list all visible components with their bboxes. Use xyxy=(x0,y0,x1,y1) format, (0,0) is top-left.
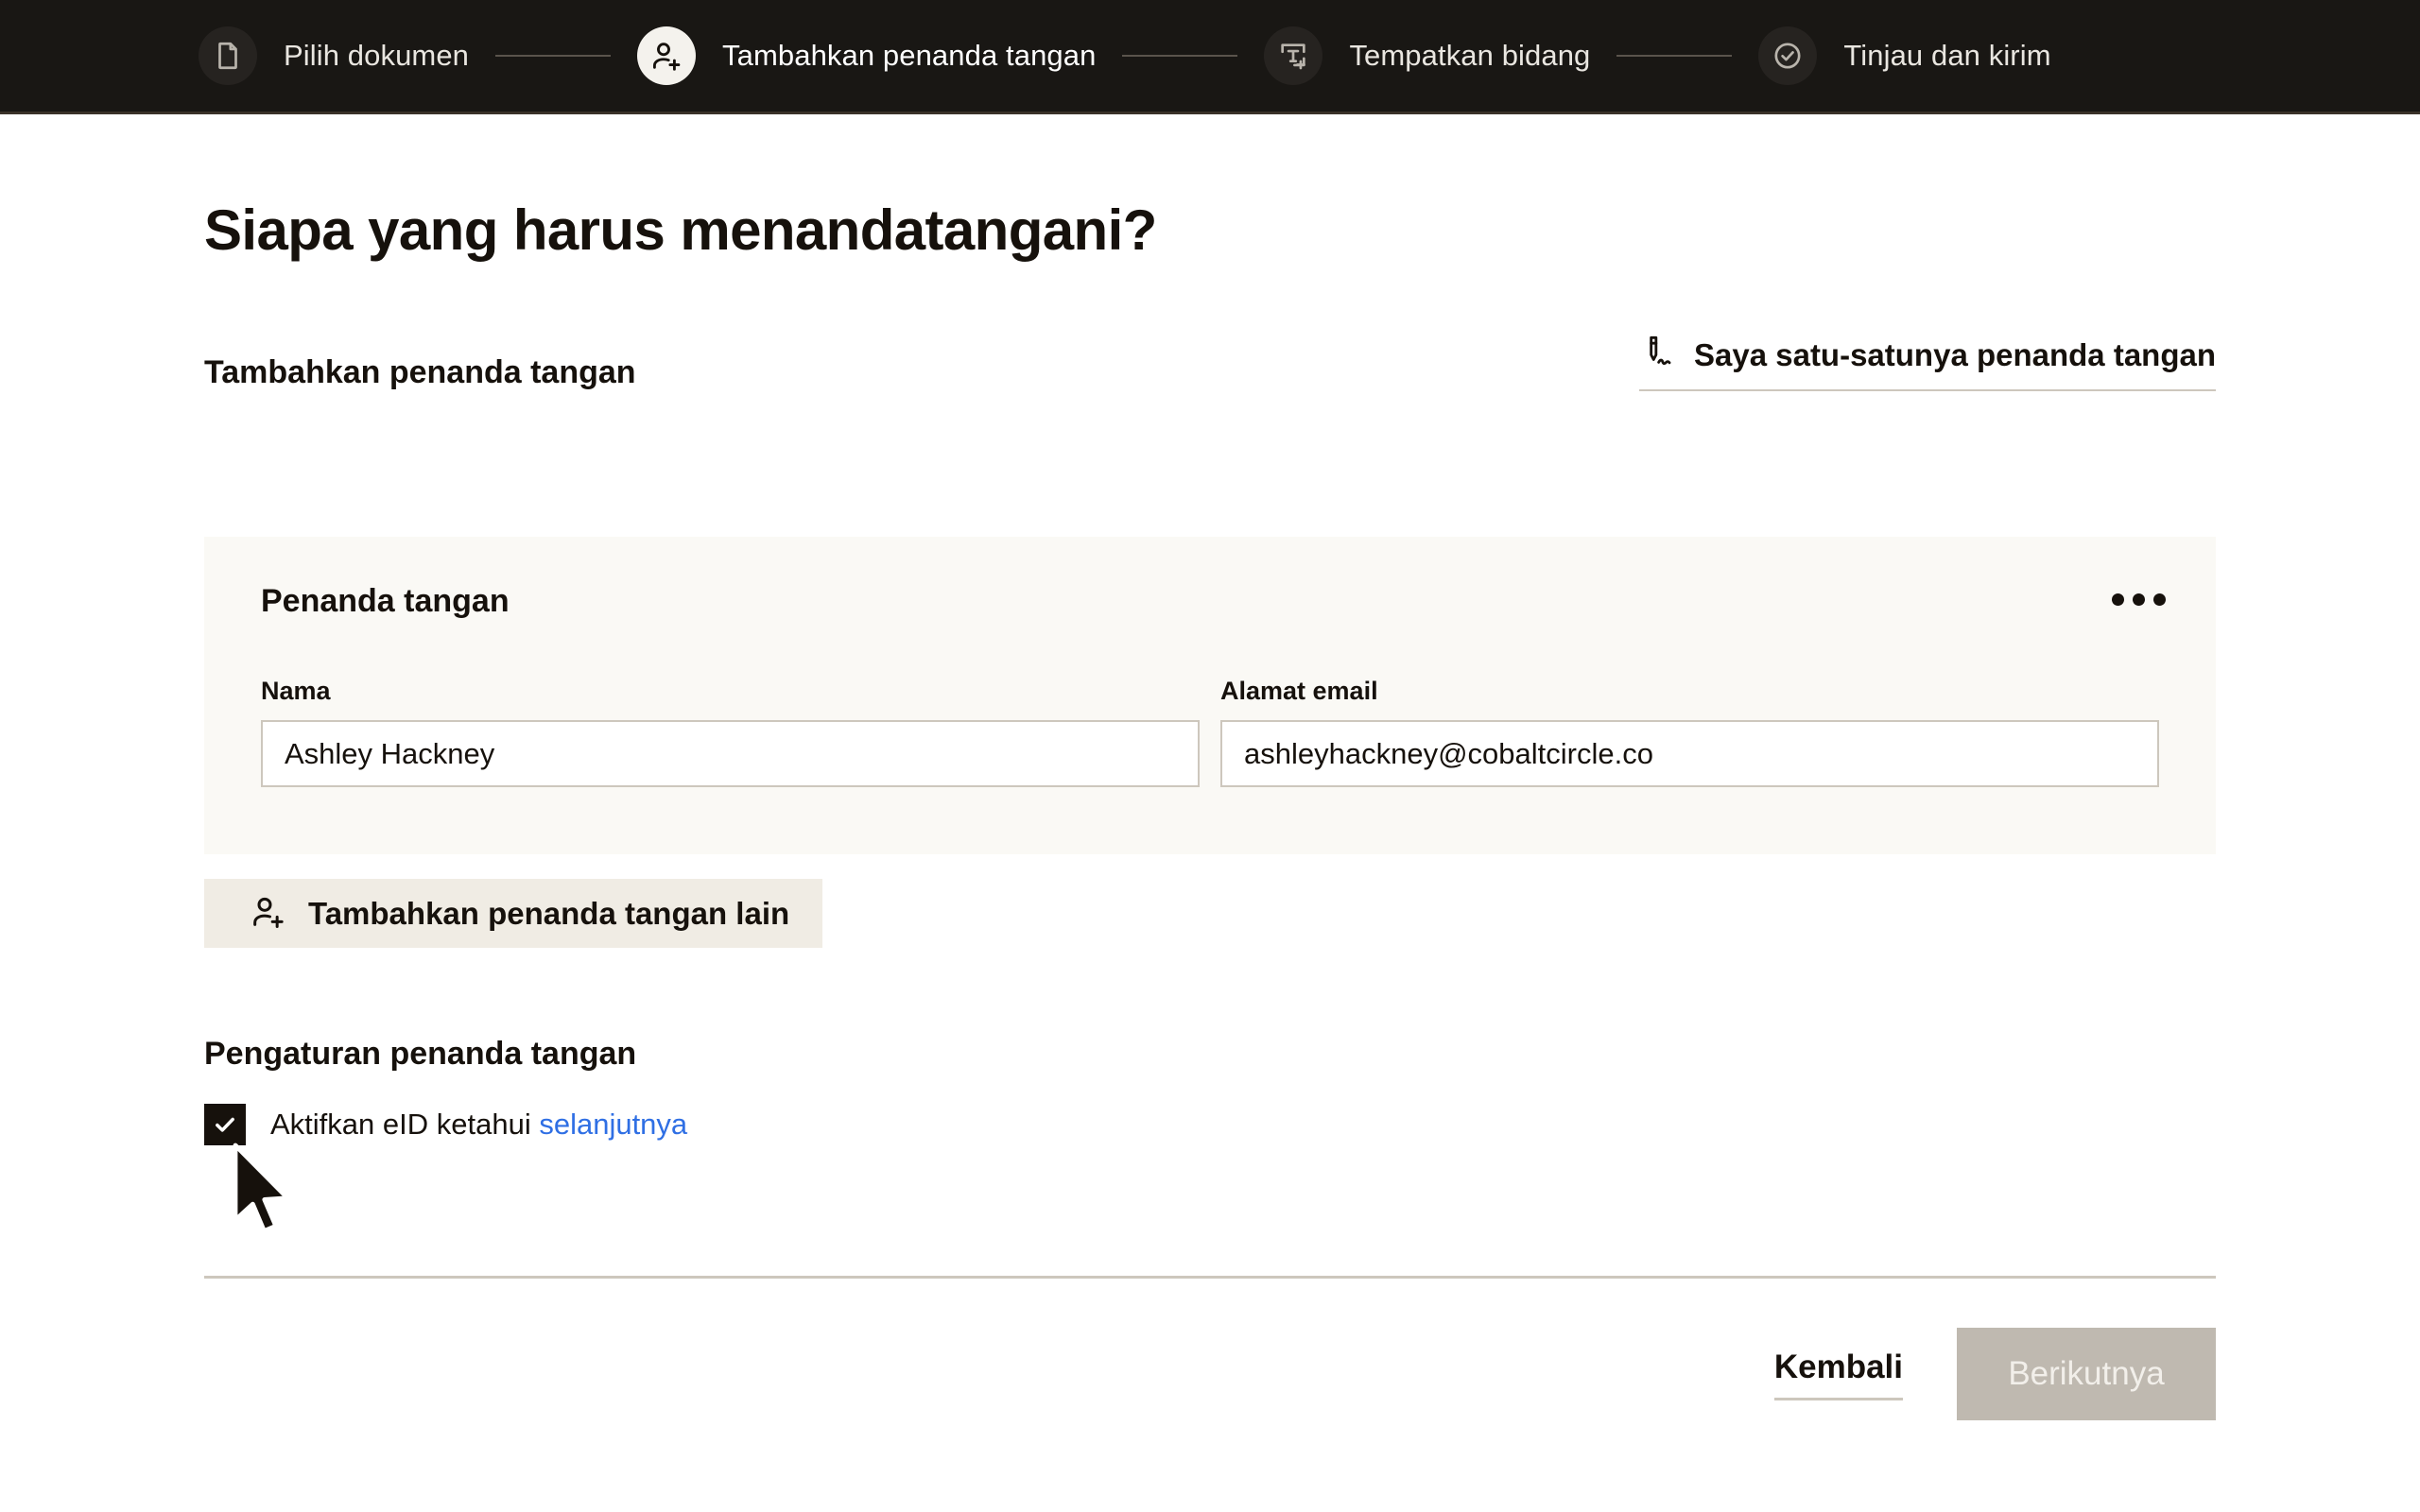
step-circle-1 xyxy=(199,26,257,85)
step-connector-2 xyxy=(1122,55,1238,57)
name-field-label: Nama xyxy=(261,677,331,705)
signature-pen-icon xyxy=(1639,334,1677,376)
settings-heading: Pengaturan penanda tangan xyxy=(204,1036,637,1072)
mouse-cursor xyxy=(230,1143,300,1241)
menu-dot xyxy=(2152,593,2166,606)
back-button[interactable]: Kembali xyxy=(1773,1349,1903,1400)
overflow-menu-icon[interactable] xyxy=(2106,576,2170,622)
step-label-4: Tinjau dan kirim xyxy=(1843,39,2051,72)
eid-setting-row: Aktifkan eID ketahui selanjutnya xyxy=(204,1104,687,1145)
person-add-icon xyxy=(250,893,287,934)
sole-signer-label: Saya satu-satunya penanda tangan xyxy=(1694,336,2216,372)
step-tempatkan-bidang[interactable]: Tempatkan bidang xyxy=(1264,0,1590,112)
signer-card: Penanda tangan Nama Alamat email xyxy=(204,537,2216,854)
page-content: Siapa yang harus menandatangani? Tambahk… xyxy=(0,114,2420,1512)
document-icon xyxy=(212,40,244,72)
section-header-row: Tambahkan penanda tangan Saya satu-satun… xyxy=(204,334,2216,391)
person-add-icon xyxy=(649,39,683,73)
step-connector-1 xyxy=(495,55,612,57)
progress-stepper: Pilih dokumen Tambahkan penanda tangan T… xyxy=(0,0,2420,114)
eid-checkbox-label: Aktifkan eID ketahui selanjutnya xyxy=(270,1108,687,1142)
menu-dot xyxy=(2111,593,2124,606)
step-circle-4 xyxy=(1758,26,1818,85)
step-label-1: Pilih dokumen xyxy=(284,39,470,72)
step-label-3: Tempatkan bidang xyxy=(1349,39,1591,72)
signer-fields: Nama Alamat email xyxy=(261,677,2159,787)
add-another-signer-button[interactable]: Tambahkan penanda tangan lain xyxy=(204,879,823,948)
eid-checkbox[interactable] xyxy=(204,1104,246,1145)
signer-card-title: Penanda tangan xyxy=(261,583,510,619)
sole-signer-button[interactable]: Saya satu-satunya penanda tangan xyxy=(1639,334,2216,391)
eid-checkbox-text: Aktifkan eID ketahui xyxy=(270,1108,531,1141)
text-field-icon xyxy=(1277,40,1309,72)
page-title: Siapa yang harus menandatangani? xyxy=(204,198,1157,262)
menu-dot xyxy=(2132,593,2145,606)
section-heading-add-signer: Tambahkan penanda tangan xyxy=(204,354,636,390)
footer-divider xyxy=(204,1276,2216,1279)
check-icon xyxy=(216,1117,234,1132)
step-connector-3 xyxy=(1616,55,1733,57)
email-field-label: Alamat email xyxy=(1220,677,1378,705)
learn-more-link[interactable]: selanjutnya xyxy=(539,1108,687,1141)
next-button[interactable]: Berikutnya xyxy=(1957,1328,2216,1420)
step-circle-2 xyxy=(637,26,697,85)
add-another-signer-label: Tambahkan penanda tangan lain xyxy=(308,895,790,931)
check-circle-icon xyxy=(1772,40,1804,72)
step-label-2: Tambahkan penanda tangan xyxy=(722,39,1097,72)
footer-actions: Kembali Berikutnya xyxy=(1773,1328,2216,1420)
step-tambahkan-penanda-tangan[interactable]: Tambahkan penanda tangan xyxy=(637,0,1096,112)
email-input[interactable] xyxy=(1220,720,2159,787)
name-field-group: Nama xyxy=(261,677,1200,787)
step-circle-3 xyxy=(1264,26,1323,85)
step-tinjau-dan-kirim[interactable]: Tinjau dan kirim xyxy=(1758,0,2051,112)
step-pilih-dokumen[interactable]: Pilih dokumen xyxy=(199,0,469,112)
name-input[interactable] xyxy=(261,720,1200,787)
email-field-group: Alamat email xyxy=(1220,677,2159,787)
